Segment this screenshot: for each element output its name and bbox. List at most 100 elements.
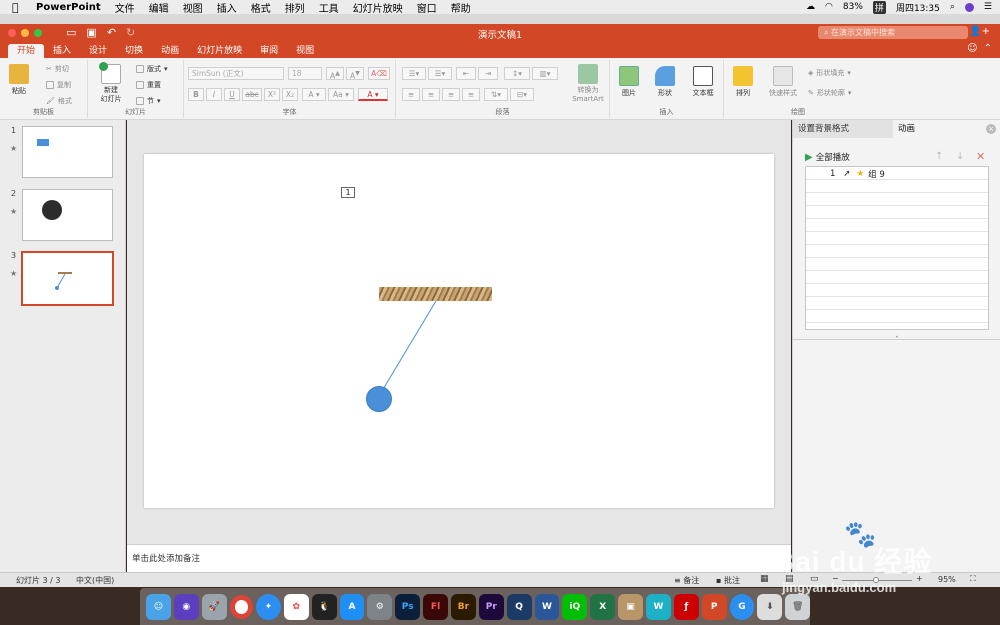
remove-icon[interactable]: ✕ <box>976 150 985 163</box>
tab-slideshow[interactable]: 幻灯片放映 <box>188 44 251 58</box>
bold-button[interactable]: B <box>188 88 204 101</box>
qq-browser-icon[interactable]: Q <box>506 593 532 620</box>
clock[interactable]: 周四13:35 <box>896 1 940 14</box>
reset-button[interactable]: 重置 <box>136 80 161 90</box>
tab-format-background[interactable]: 设置背景格式 <box>793 120 893 138</box>
justify-button[interactable]: ≡ <box>462 88 480 101</box>
input-method[interactable]: 拼 <box>872 0 886 14</box>
slide-thumbnail-2[interactable] <box>22 189 113 241</box>
photoshop-icon[interactable]: Ps <box>395 593 421 620</box>
animation-item[interactable]: 1 ➚ ★ 组 9 <box>806 168 988 180</box>
menu-file[interactable]: 文件 <box>115 0 135 15</box>
slide-thumbnail-3[interactable] <box>21 251 114 306</box>
spotlight-icon[interactable]: ⌕ <box>950 2 955 12</box>
superscript-button[interactable]: X² <box>264 88 280 101</box>
numbering-button[interactable]: ☰▾ <box>428 67 452 80</box>
paste-button[interactable]: 粘贴 <box>2 64 36 96</box>
convert-smartart-button[interactable]: 转换为 SmartArt <box>568 64 608 104</box>
text-effects-button[interactable]: A ▾ <box>302 88 326 101</box>
move-down-icon[interactable]: ↓ <box>956 151 964 162</box>
bullets-button[interactable]: ☰▾ <box>402 67 426 80</box>
tab-review[interactable]: 审阅 <box>251 44 287 58</box>
text-direction-button[interactable]: ⇅▾ <box>484 88 508 101</box>
share-icon[interactable]: 👤+ <box>969 26 990 37</box>
menu-arrange[interactable]: 排列 <box>285 0 305 15</box>
tab-insert[interactable]: 插入 <box>44 44 80 58</box>
change-case-button[interactable]: Aa ▾ <box>328 88 354 101</box>
shape-button[interactable]: 形状 <box>648 66 682 98</box>
menu-window[interactable]: 窗口 <box>417 0 437 15</box>
arrange-button[interactable]: 排列 <box>726 66 760 98</box>
language-indicator[interactable]: 中文(中国) <box>76 575 114 586</box>
decrease-indent-button[interactable]: ⇤ <box>456 67 476 80</box>
align-center-button[interactable]: ≡ <box>422 88 440 101</box>
layout-button[interactable]: 版式 ▾ <box>136 64 168 74</box>
smiley-icon[interactable]: ☺ <box>967 43 977 54</box>
section-button[interactable]: 节 ▾ <box>136 96 161 106</box>
safari-icon[interactable]: ✦ <box>255 593 281 620</box>
shape-fill-button[interactable]: ◈ 形状填充 ▾ <box>808 68 851 78</box>
iqiyi-icon[interactable]: iQ <box>562 593 588 620</box>
menu-view[interactable]: 视图 <box>183 0 203 15</box>
clear-format-button[interactable]: A⌫ <box>368 67 390 80</box>
system-preferences-icon[interactable]: ⚙ <box>367 593 393 620</box>
subscript-button[interactable]: X₂ <box>282 88 298 101</box>
tab-transitions[interactable]: 切换 <box>116 44 152 58</box>
move-up-icon[interactable]: ↑ <box>935 151 943 162</box>
menu-tools[interactable]: 工具 <box>319 0 339 15</box>
photos-icon[interactable]: ✿ <box>283 593 309 620</box>
battery-text[interactable]: 83% <box>843 2 863 12</box>
menu-help[interactable]: 帮助 <box>451 0 471 15</box>
excel-icon[interactable]: X <box>590 593 616 620</box>
tab-animations[interactable]: 动画 <box>152 44 188 58</box>
close-pane-icon[interactable]: × <box>986 124 996 134</box>
slide-canvas[interactable]: 1 <box>144 154 774 508</box>
italic-button[interactable]: I <box>206 88 222 101</box>
picture-button[interactable]: 图片 <box>612 66 646 98</box>
cut-button[interactable]: ✂ 剪切 <box>46 64 69 74</box>
chrome-icon[interactable] <box>229 594 253 619</box>
wps-icon[interactable]: W <box>645 593 671 620</box>
powerpoint-icon[interactable]: P <box>701 593 727 620</box>
tab-design[interactable]: 设计 <box>80 44 116 58</box>
cloud-icon[interactable]: ☁ <box>806 2 815 12</box>
notes-toggle-button[interactable]: ≡ 备注 <box>674 575 699 586</box>
copy-button[interactable]: 复制 <box>46 80 71 90</box>
strikethrough-button[interactable]: abc <box>242 88 262 101</box>
pendulum-string-line[interactable] <box>144 154 774 508</box>
flash-player-icon[interactable]: ƒ <box>673 593 699 620</box>
tab-view[interactable]: 视图 <box>287 44 323 58</box>
font-color-button[interactable]: A ▾ <box>358 88 388 101</box>
flash-icon[interactable]: Fl <box>423 593 448 620</box>
format-painter-button[interactable]: 🖌 格式 <box>46 96 72 106</box>
wifi-icon[interactable]: ◠ <box>825 2 833 12</box>
search-input[interactable]: ⌕ 在演示文稿中搜索 <box>818 26 968 39</box>
pane-resize-handle[interactable]: • <box>793 335 1000 341</box>
comments-toggle-button[interactable]: ▪ 批注 <box>716 575 740 586</box>
finder-icon[interactable]: ☺ <box>146 593 171 620</box>
quick-styles-button[interactable]: 快速样式 <box>764 66 802 98</box>
bridge-icon[interactable]: Br <box>450 593 476 620</box>
play-all-button[interactable]: ▶ 全部播放 <box>805 151 850 164</box>
menu-insert[interactable]: 插入 <box>217 0 237 15</box>
menu-edit[interactable]: 编辑 <box>149 0 169 15</box>
shape-outline-button[interactable]: ✎ 形状轮廓 ▾ <box>808 88 851 98</box>
slide-thumbnail-1[interactable] <box>22 126 113 178</box>
appstore-icon[interactable]: A <box>339 593 365 620</box>
align-left-button[interactable]: ≡ <box>402 88 420 101</box>
collapse-ribbon-icon[interactable]: ⌃ <box>984 43 992 54</box>
launchpad-icon[interactable]: 🚀 <box>201 593 227 620</box>
tab-animation[interactable]: 动画 <box>893 120 1000 138</box>
menu-list-icon[interactable]: ☰ <box>984 2 992 12</box>
notes-field[interactable]: 单击此处添加备注 <box>127 544 791 572</box>
pendulum-ball-circle[interactable] <box>366 386 392 412</box>
underline-button[interactable]: U <box>224 88 240 101</box>
font-name-select[interactable]: SimSun (正文) <box>188 67 284 80</box>
shrink-font-button[interactable]: A▼ <box>346 67 364 81</box>
tab-home[interactable]: 开始 <box>8 44 45 58</box>
align-text-button[interactable]: ⊟▾ <box>510 88 534 101</box>
menu-app[interactable]: PowerPoint <box>36 2 101 13</box>
columns-button[interactable]: ▥▾ <box>532 67 558 80</box>
siri-icon[interactable] <box>964 2 974 12</box>
align-right-button[interactable]: ≡ <box>442 88 460 101</box>
